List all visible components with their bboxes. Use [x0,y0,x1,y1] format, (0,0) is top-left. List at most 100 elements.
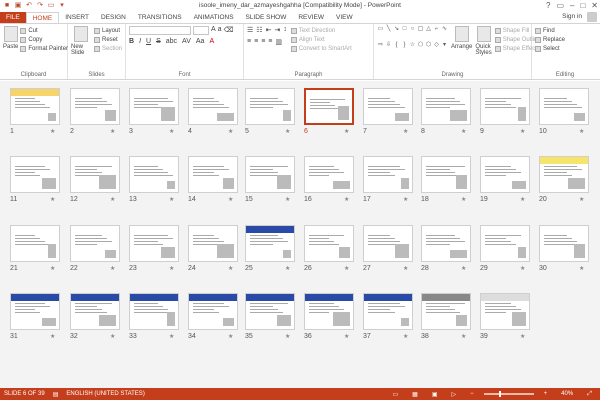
transition-star-icon[interactable]: ★ [461,196,466,203]
shape-oval-icon[interactable]: ○ [409,26,416,33]
transition-star-icon[interactable]: ★ [344,333,349,340]
avatar[interactable] [587,12,597,22]
transition-star-icon[interactable]: ★ [228,333,233,340]
align-left-icon[interactable]: ≡ [247,38,251,47]
transition-star-icon[interactable]: ★ [110,196,115,203]
ribbon-display-icon[interactable]: ▭ [556,0,564,11]
transition-star-icon[interactable]: ★ [461,265,466,272]
tab-animations[interactable]: ANIMATIONS [188,12,240,23]
grow-font-icon[interactable]: A [211,26,216,35]
decrease-indent-icon[interactable]: ⇤ [266,26,272,35]
slide-thumbnail[interactable] [10,88,60,125]
slide-thumbnail[interactable] [188,88,238,125]
justify-icon[interactable]: ≡ [268,38,272,47]
slide-thumbnail[interactable] [188,293,238,330]
quick-styles-button[interactable]: Quick Styles [475,26,492,56]
slide-thumbnail[interactable] [421,88,471,125]
slide-thumbnail[interactable] [129,156,179,193]
transition-star-icon[interactable]: ★ [169,128,174,135]
transition-star-icon[interactable]: ★ [285,196,290,203]
slide-thumbnail[interactable] [70,293,120,330]
paste-button[interactable]: Paste [3,26,18,53]
transition-star-icon[interactable]: ★ [461,333,466,340]
shape-line-icon[interactable]: ╲ [385,26,392,33]
bullets-icon[interactable]: ☰ [247,26,253,35]
transition-star-icon[interactable]: ★ [344,196,349,203]
transition-star-icon[interactable]: ★ [403,333,408,340]
transition-star-icon[interactable]: ★ [520,196,525,203]
zoom-thumb[interactable] [498,391,501,397]
columns-icon[interactable]: ▥ [275,38,282,47]
transition-star-icon[interactable]: ★ [579,128,584,135]
zoom-level[interactable]: 40% [557,391,577,397]
slide-thumbnail[interactable] [70,156,120,193]
zoom-out-button[interactable]: − [466,391,478,397]
transition-star-icon[interactable]: ★ [520,128,525,135]
shape-triangle-icon[interactable]: △ [425,26,432,33]
change-case-button[interactable]: Aa [196,38,205,45]
transition-star-icon[interactable]: ★ [50,196,55,203]
spellcheck-icon[interactable]: ▤ [49,391,63,398]
slide-thumbnail[interactable] [245,156,295,193]
slide-thumbnail[interactable] [480,225,530,262]
shape-right-brace-icon[interactable]: } [401,42,408,49]
shape-elbow-icon[interactable]: ⌐ [433,26,440,33]
tab-slide-show[interactable]: SLIDE SHOW [240,12,293,23]
underline-button[interactable]: U [146,38,151,45]
transition-star-icon[interactable]: ★ [110,128,115,135]
shape-rect-icon[interactable]: □ [401,26,408,33]
slide-thumbnail[interactable] [480,156,530,193]
shapes-gallery[interactable]: ▭ ╲ ↘ □ ○ ▢ △ ⌐ ∿ ⇨ ⇩{} ☆ ⬠ ⬡ ◇ ▾ [377,26,448,56]
transition-star-icon[interactable]: ★ [50,128,55,135]
slide-thumbnail[interactable] [245,88,295,125]
convert-smartart-button[interactable]: Convert to SmartArt [290,44,352,53]
transition-star-icon[interactable]: ★ [285,128,290,135]
transition-star-icon[interactable]: ★ [403,196,408,203]
layout-button[interactable]: Layout [93,26,122,35]
transition-star-icon[interactable]: ★ [461,128,466,135]
slide-thumbnail[interactable] [421,293,471,330]
slide-thumbnail[interactable] [245,225,295,262]
tab-transitions[interactable]: TRANSITIONS [132,12,188,23]
fit-slide-icon[interactable]: ⤢ [583,391,596,398]
line-spacing-icon[interactable]: ↕ [283,26,287,35]
font-color-button[interactable]: A [209,38,214,45]
shape-arrow-icon[interactable]: ↘ [393,26,400,33]
slide-thumbnail[interactable] [363,156,413,193]
transition-star-icon[interactable]: ★ [50,333,55,340]
slide-thumbnail[interactable] [129,225,179,262]
slide-thumbnail[interactable] [129,88,179,125]
slide-thumbnail[interactable] [304,225,354,262]
align-right-icon[interactable]: ≡ [261,38,265,47]
shape-down-arrow-icon[interactable]: ⇩ [385,42,392,49]
copy-button[interactable]: Copy [20,35,68,44]
transition-star-icon[interactable]: ★ [110,333,115,340]
shape-curve-icon[interactable]: ∿ [441,26,448,33]
shrink-font-icon[interactable]: a [218,26,222,35]
tab-view[interactable]: VIEW [330,12,359,23]
zoom-slider[interactable] [483,391,534,397]
replace-button[interactable]: Replace [535,35,595,44]
shape-right-arrow-icon[interactable]: ⇨ [377,42,384,49]
maximize-icon[interactable]: □ [580,0,585,11]
slide-thumbnail[interactable] [363,88,413,125]
shape-diamond-icon[interactable]: ◇ [433,42,440,49]
find-button[interactable]: Find [535,26,595,35]
transition-star-icon[interactable]: ★ [285,333,290,340]
slide-thumbnail[interactable] [129,293,179,330]
new-slide-button[interactable]: New Slide [71,26,92,56]
transition-star-icon[interactable]: ★ [50,265,55,272]
transition-star-icon[interactable]: ★ [403,128,408,135]
slide-thumbnail[interactable] [421,156,471,193]
bold-button[interactable]: B [129,38,134,45]
section-button[interactable]: Section [93,44,122,53]
shape-more-icon[interactable]: ▾ [441,42,448,49]
italic-button[interactable]: I [139,38,141,45]
text-direction-button[interactable]: Text Direction [290,26,352,35]
font-name-input[interactable] [129,26,191,35]
transition-star-icon[interactable]: ★ [344,265,349,272]
transition-star-icon[interactable]: ★ [579,265,584,272]
char-spacing-button[interactable]: AV [182,38,191,45]
zoom-in-button[interactable]: + [540,391,552,397]
slide-thumbnail[interactable] [539,88,589,125]
